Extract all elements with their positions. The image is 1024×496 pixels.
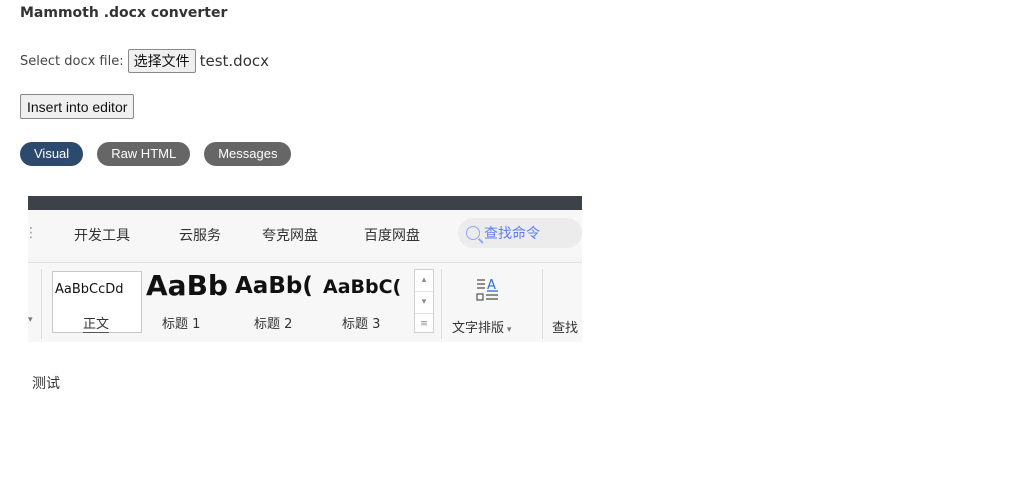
page-title: Mammoth .docx converter [20, 5, 228, 21]
menu-item-quark: 夸克网盘 [262, 228, 318, 244]
style-gallery-scroller: ▴ ▾ ≡ [414, 269, 434, 333]
ribbon-separator [441, 269, 442, 339]
search-icon [466, 226, 480, 240]
insert-into-editor-button[interactable]: Insert into editor [20, 94, 135, 119]
style-normal-caption: 正文 [83, 313, 110, 333]
style-heading1-caption: 标题 1 [162, 317, 201, 332]
tab-visual[interactable]: Visual [20, 142, 84, 166]
menu-item-dev-tools: 开发工具 [74, 228, 130, 244]
screenshot-search-text: 查找命令 [484, 226, 540, 242]
find-label: 查找 [552, 321, 579, 336]
style-heading2-preview: AaBb( [235, 273, 313, 299]
chevron-down-icon: ▾ [28, 315, 33, 325]
style-heading3-preview: AaBbC( [323, 276, 402, 298]
converted-content-text: 测试 [32, 376, 60, 392]
ribbon-separator [41, 269, 42, 339]
menu-partial-icon: ⋮ [28, 225, 38, 241]
style-heading1-preview: AaBb [146, 269, 228, 302]
screenshot-ribbon: ▾ AaBbCcDd 正文 AaBb 标题 1 AaBb( 标题 2 AaBbC… [28, 262, 582, 342]
embedded-screenshot-image: ⋮ 开发工具 云服务 夸克网盘 百度网盘 查找命令 ▾ AaBbCcDd 正文 … [28, 196, 582, 342]
screenshot-title-bar [28, 196, 582, 210]
text-layout-label: 文字排版 ▾ [452, 317, 511, 336]
choose-file-button[interactable]: 选择文件 [127, 49, 196, 73]
output-tabs: Visual Raw HTML Messages [20, 142, 292, 166]
file-input-label: Select docx file: [20, 53, 124, 69]
screenshot-search-box: 查找命令 [458, 218, 582, 248]
style-heading2-caption: 标题 2 [254, 317, 293, 332]
style-heading3-caption: 标题 3 [342, 317, 381, 332]
tab-raw-html[interactable]: Raw HTML [97, 142, 191, 166]
screenshot-menu-bar: ⋮ 开发工具 云服务 夸克网盘 百度网盘 查找命令 [28, 210, 582, 257]
chevron-down-icon: ▾ [504, 325, 512, 335]
file-input-row: Select docx file: 选择文件 test.docx [20, 49, 269, 73]
more-icon: ≡ [420, 319, 428, 329]
menu-item-cloud: 云服务 [179, 228, 221, 244]
style-normal-preview: AaBbCcDd [55, 282, 124, 297]
ribbon-separator [542, 269, 543, 339]
chevron-down-icon: ▾ [415, 292, 433, 314]
chevron-up-icon: ▴ [415, 270, 433, 292]
text-layout-icon: A [476, 278, 498, 301]
menu-item-baidu: 百度网盘 [364, 228, 420, 244]
text-layout-text: 文字排版 [452, 321, 505, 336]
tab-messages[interactable]: Messages [204, 142, 292, 166]
selected-file-name: test.docx [199, 52, 269, 70]
